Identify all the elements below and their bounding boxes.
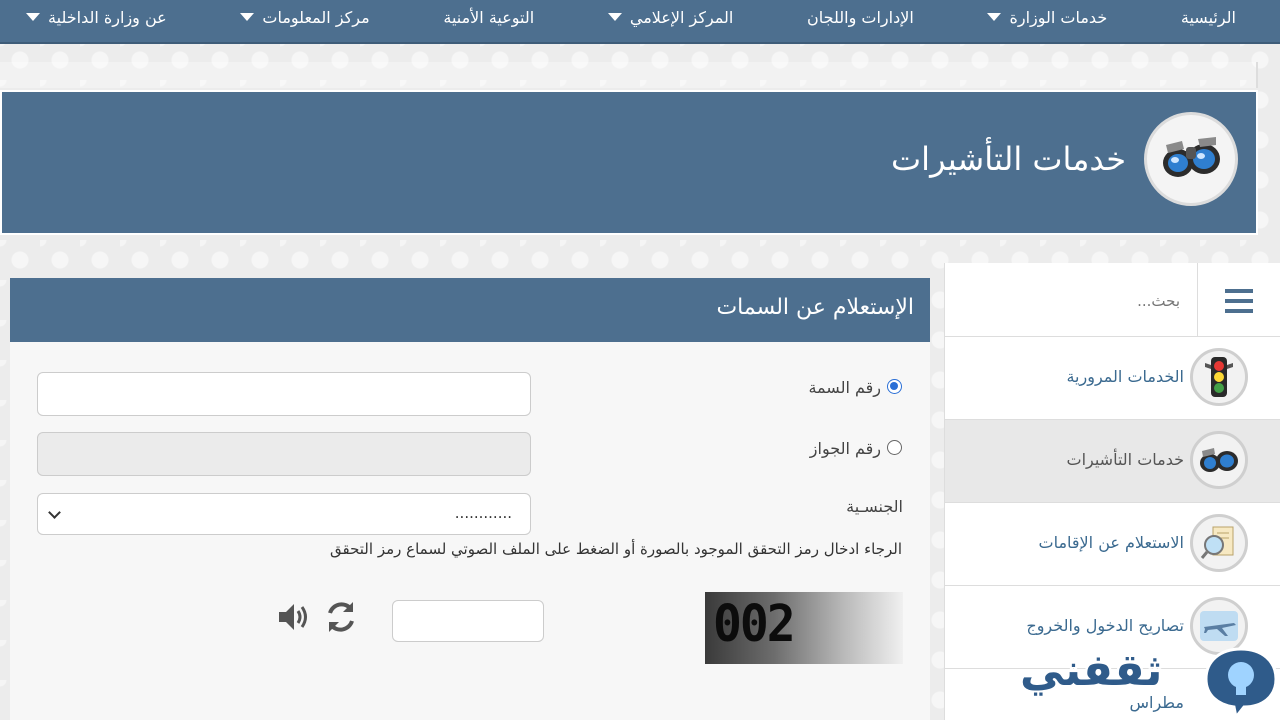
nav-item-home[interactable]: الرئيسية xyxy=(1181,8,1236,27)
binoculars-icon xyxy=(1144,112,1238,206)
lightbulb-icon xyxy=(1202,645,1280,720)
caret-down-icon xyxy=(240,13,255,21)
sidebar-item-traffic-services[interactable]: الخدمات المرورية xyxy=(945,337,1280,420)
nav-item-about-ministry[interactable]: عن وزارة الداخلية xyxy=(26,8,167,27)
visa-number-radio[interactable] xyxy=(887,379,902,394)
divider xyxy=(1197,263,1198,337)
top-navigation: الرئيسية خدمات الوزارة الإدارات واللجان … xyxy=(0,0,1280,44)
nav-item-label: التوعية الأمنية xyxy=(443,7,535,27)
nationality-label: الجنسـية xyxy=(846,497,903,516)
nav-item-ministry-services[interactable]: خدمات الوزارة xyxy=(987,8,1107,27)
captcha-code: 002 xyxy=(713,594,796,654)
nav-item-label: عن وزارة الداخلية xyxy=(48,7,167,27)
sidebar-item-label: الاستعلام عن الإقامات xyxy=(1038,533,1184,552)
captcha-hint: الرجاء ادخال رمز التحقق الموجود بالصورة … xyxy=(330,540,902,558)
captcha-image: 002 xyxy=(705,592,903,664)
nav-item-label: مركز المعلومات xyxy=(262,7,370,27)
passport-number-radio[interactable] xyxy=(887,440,902,455)
nationality-selected-value: ............ xyxy=(454,504,512,522)
inquiry-form-panel: الإستعلام عن السمات رقم السمة رقم الجواز… xyxy=(10,278,930,720)
hamburger-menu-icon[interactable] xyxy=(1220,281,1258,321)
traffic-light-icon xyxy=(1190,348,1248,406)
passport-number-label: رقم الجواز xyxy=(809,439,881,458)
refresh-icon[interactable] xyxy=(322,598,360,636)
caret-down-icon xyxy=(26,13,41,21)
sidebar-item-label: الخدمات المرورية xyxy=(1066,367,1184,386)
captcha-input[interactable] xyxy=(392,600,544,642)
nav-item-label: الرئيسية xyxy=(1180,7,1236,27)
search-input[interactable] xyxy=(960,287,1180,315)
page-banner: خدمات التأشيرات xyxy=(0,90,1258,235)
nav-item-media-center[interactable]: المركز الإعلامي xyxy=(607,7,734,27)
nav-item-security-awareness[interactable]: التوعية الأمنية xyxy=(443,8,534,27)
watermark-text: ثقفني xyxy=(1020,645,1163,696)
nav-item-departments[interactable]: الإدارات واللجان xyxy=(807,8,914,27)
nav-item-label: المركز الإعلامي xyxy=(629,7,734,27)
sidebar-item-visa-services[interactable]: خدمات التأشيرات xyxy=(945,420,1280,503)
nav-item-info-center[interactable]: مركز المعلومات xyxy=(240,7,370,27)
sidebar-item-label: خدمات التأشيرات xyxy=(1066,450,1184,469)
binoculars-icon xyxy=(1190,431,1248,489)
nav-item-label: خدمات الوزارة xyxy=(1009,7,1108,27)
form-title: الإستعلام عن السمات xyxy=(716,295,914,320)
visa-number-input[interactable] xyxy=(37,372,531,416)
chevron-down-icon xyxy=(48,506,61,519)
form-header: الإستعلام عن السمات xyxy=(10,278,930,342)
nav-item-label: الإدارات واللجان xyxy=(807,7,914,27)
passport-number-input[interactable] xyxy=(37,432,531,476)
site-watermark: ثقفني xyxy=(1020,645,1280,720)
sidebar-search xyxy=(945,263,1280,337)
speaker-icon[interactable] xyxy=(274,598,312,636)
sidebar-item-residency-inquiry[interactable]: الاستعلام عن الإقامات xyxy=(945,503,1280,586)
sidebar-item-label: تصاريح الدخول والخروج xyxy=(1026,616,1184,635)
caret-down-icon xyxy=(607,13,622,21)
visa-number-label: رقم السمة xyxy=(808,378,881,397)
page-title: خدمات التأشيرات xyxy=(891,140,1126,178)
caret-down-icon xyxy=(987,13,1002,21)
nationality-select[interactable]: ............ xyxy=(37,493,531,535)
decorative-strip xyxy=(0,62,1258,88)
magnifier-document-icon xyxy=(1190,514,1248,572)
